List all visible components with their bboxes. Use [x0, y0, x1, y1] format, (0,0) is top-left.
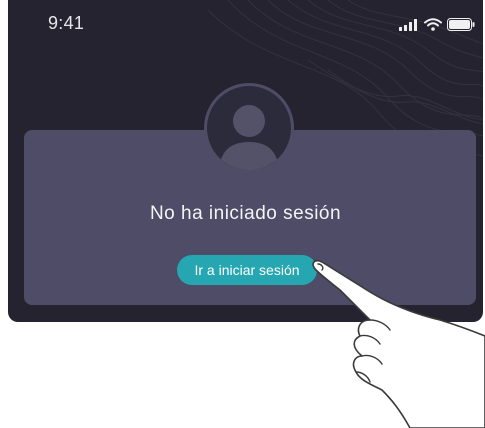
status-time: 9:41: [48, 13, 85, 33]
wifi-icon: [424, 18, 442, 31]
battery-icon: [447, 18, 475, 31]
signal-icon: [399, 18, 417, 31]
user-icon: [219, 105, 279, 170]
status-icons: [399, 18, 475, 31]
status-bar: 9:41: [8, 0, 483, 44]
go-to-login-button[interactable]: Ir a iniciar sesión: [177, 255, 317, 285]
pointing-hand-icon: [312, 259, 485, 428]
not-logged-in-message: No ha iniciado sesión: [149, 203, 342, 224]
avatar: [204, 83, 294, 173]
